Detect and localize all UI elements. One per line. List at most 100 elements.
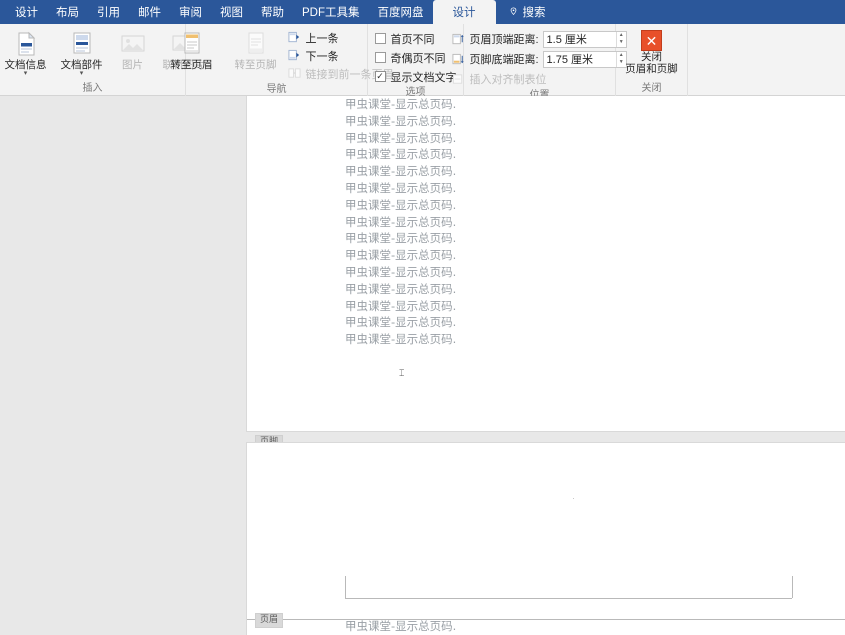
- goto-footer-button: 转至页脚: [224, 27, 288, 71]
- document-parts-icon: [66, 29, 98, 59]
- footer-bottom-distance-input[interactable]: [543, 51, 616, 67]
- document-page-1[interactable]: 甲虫课堂-显示总页码. 甲虫课堂-显示总页码. 甲虫课堂-显示总页码. 甲虫课堂…: [247, 96, 845, 471]
- goto-header-icon: [176, 29, 208, 59]
- body-line: 甲虫课堂-显示总页码.: [345, 164, 457, 179]
- show-document-text-checkbox[interactable]: ✓: [374, 71, 386, 82]
- body-line: 甲虫课堂-显示总页码.: [345, 113, 457, 128]
- goto-header-label: 转至页眉: [170, 59, 213, 71]
- tab-view[interactable]: 视图: [211, 0, 252, 24]
- different-first-page-row[interactable]: 首页不同: [374, 30, 457, 47]
- search-icon: [508, 6, 519, 18]
- previous-section-label: 上一条: [305, 32, 339, 45]
- tab-references[interactable]: 引用: [88, 0, 129, 24]
- group-close: ✕ 关闭 页眉和页脚 关闭: [616, 24, 688, 96]
- different-odd-even-row[interactable]: 奇偶页不同: [374, 49, 457, 66]
- page-2-body[interactable]: 甲虫课堂-显示总页码. 甲虫课堂-显示总页码. 甲虫课堂-显示总页码. 甲虫课堂…: [345, 618, 456, 635]
- close-header-footer-button[interactable]: ✕ 关闭 页眉和页脚: [619, 27, 685, 75]
- tab-design-contextual[interactable]: 设计: [432, 0, 496, 24]
- ribbon: 和时间 文档信息 ▾: [0, 24, 845, 101]
- insert-alignment-tab-row: 插入对齐制表位: [452, 70, 626, 88]
- footer-bottom-distance-icon: [452, 53, 465, 66]
- tab-review[interactable]: 审阅: [170, 0, 211, 24]
- header-right-margin-marker: [792, 576, 793, 598]
- header-left-margin-marker: [345, 576, 346, 598]
- group-navigation-label: 导航: [266, 84, 287, 95]
- different-first-page-checkbox[interactable]: [374, 33, 386, 44]
- word-application-window: 设计 布局 引用 邮件 审阅 视图 帮助 PDF工具集 百度网盘 设计 搜索 文…: [0, 0, 845, 635]
- show-document-text-label: 显示文档文字: [390, 71, 457, 84]
- header-top-distance-input[interactable]: [543, 31, 616, 47]
- group-insert: 和时间 文档信息 ▾: [0, 24, 205, 96]
- next-section-icon: [288, 49, 302, 63]
- tab-mailings[interactable]: 邮件: [129, 0, 170, 24]
- body-line: 甲虫课堂-显示总页码.: [345, 619, 457, 633]
- tab-layout[interactable]: 布局: [47, 0, 88, 24]
- document-info-icon: [10, 29, 42, 59]
- tab-design-left[interactable]: 设计: [6, 0, 47, 24]
- insert-document-info-button[interactable]: 文档信息 ▾: [0, 27, 54, 77]
- group-insert-label: 插入: [82, 83, 103, 94]
- body-line: 甲虫课堂-显示总页码.: [345, 130, 457, 145]
- insert-picture-label: 图片: [122, 59, 143, 71]
- body-line: 甲虫课堂-显示总页码.: [345, 264, 457, 279]
- body-line: 甲虫课堂-显示总页码.: [345, 197, 457, 212]
- goto-header-button[interactable]: 转至页眉: [160, 27, 224, 71]
- ribbon-tab-strip: 设计 布局 引用 邮件 审阅 视图 帮助 PDF工具集 百度网盘 设计 搜索: [0, 0, 845, 24]
- header-separator-line: [345, 598, 792, 599]
- body-line: 甲虫课堂-显示总页码.: [345, 180, 457, 195]
- different-odd-even-label: 奇偶页不同: [390, 52, 446, 65]
- footer-bottom-distance-label: 页脚底端距离:: [469, 54, 539, 66]
- body-line: 甲虫课堂-显示总页码.: [345, 214, 457, 229]
- page-1-body[interactable]: 甲虫课堂-显示总页码. 甲虫课堂-显示总页码. 甲虫课堂-显示总页码. 甲虫课堂…: [345, 96, 456, 348]
- insert-alignment-tab-icon: [452, 73, 465, 86]
- document-page-2[interactable]: · 页眉 甲虫课堂-显示总页码. 甲虫课堂-显示总页码. 甲虫课堂-显示总页码.…: [247, 443, 845, 635]
- goto-footer-label: 转至页脚: [234, 59, 277, 71]
- group-close-label: 关闭: [641, 83, 662, 94]
- tab-help[interactable]: 帮助: [252, 0, 293, 24]
- header-paragraph-mark: ·: [572, 493, 575, 503]
- header-full-rule: [247, 619, 845, 620]
- close-x-icon: ✕: [641, 30, 662, 51]
- text-cursor-marker: ⌶: [399, 368, 405, 378]
- search-box[interactable]: 搜索: [496, 0, 555, 24]
- body-line: 甲虫课堂-显示总页码.: [345, 147, 457, 162]
- search-label: 搜索: [522, 7, 546, 19]
- body-line: 甲虫课堂-显示总页码.: [345, 315, 457, 330]
- footer-bottom-distance-row: 页脚底端距离: ▲ ▼: [452, 50, 627, 68]
- picture-icon: [117, 29, 149, 59]
- body-line: 甲虫课堂-显示总页码.: [345, 281, 457, 296]
- next-section-label: 下一条: [305, 50, 339, 63]
- different-odd-even-checkbox[interactable]: [374, 52, 386, 63]
- close-header-footer-label-line1: 关闭: [641, 51, 662, 63]
- body-line: 甲虫课堂-显示总页码.: [345, 97, 457, 111]
- link-previous-icon: [288, 67, 302, 81]
- header-top-distance-icon: [452, 33, 465, 46]
- insert-document-parts-button[interactable]: 文档部件 ▾: [54, 27, 110, 77]
- insert-alignment-tab-label: 插入对齐制表位: [469, 74, 547, 86]
- group-options: 首页不同 奇偶页不同 ✓ 显示文档文字 选项: [368, 24, 464, 98]
- footer-bottom-distance-spinner[interactable]: ▲ ▼: [542, 50, 627, 68]
- insert-picture-button: 图片: [110, 27, 156, 71]
- body-line: 甲虫课堂-显示总页码.: [345, 298, 457, 313]
- header-top-distance-row: 页眉顶端距离: ▲ ▼: [452, 30, 627, 48]
- group-position: 页眉顶端距离: ▲ ▼: [452, 24, 627, 101]
- chevron-down-icon[interactable]: ▾: [24, 70, 28, 77]
- group-navigation: 转至页眉 转至页脚 上一条 下一条 链接到前一条页眉 导航: [171, 24, 394, 96]
- options-checkbox-list: 首页不同 奇偶页不同 ✓ 显示文档文字: [374, 27, 457, 85]
- chevron-down-icon[interactable]: ▾: [80, 70, 84, 77]
- body-line: 甲虫课堂-显示总页码.: [345, 231, 457, 246]
- goto-footer-icon: [240, 29, 272, 59]
- header-marker-tab: 页眉: [255, 613, 284, 628]
- ribbon-empty-space: [688, 24, 845, 95]
- show-document-text-row[interactable]: ✓ 显示文档文字: [374, 68, 457, 85]
- previous-section-icon: [288, 31, 302, 45]
- body-line: 甲虫课堂-显示总页码.: [345, 332, 457, 347]
- position-rows: 页眉顶端距离: ▲ ▼: [452, 27, 627, 88]
- different-first-page-label: 首页不同: [390, 33, 435, 46]
- close-header-footer-label-line2: 页眉和页脚: [625, 63, 678, 75]
- body-line: 甲虫课堂-显示总页码.: [345, 248, 457, 263]
- header-top-distance-spinner[interactable]: ▲ ▼: [542, 30, 627, 48]
- document-canvas[interactable]: 甲虫课堂-显示总页码. 甲虫课堂-显示总页码. 甲虫课堂-显示总页码. 甲虫课堂…: [0, 96, 845, 635]
- tab-baidu-netdisk[interactable]: 百度网盘: [369, 0, 433, 24]
- tab-pdf-tools[interactable]: PDF工具集: [293, 0, 369, 24]
